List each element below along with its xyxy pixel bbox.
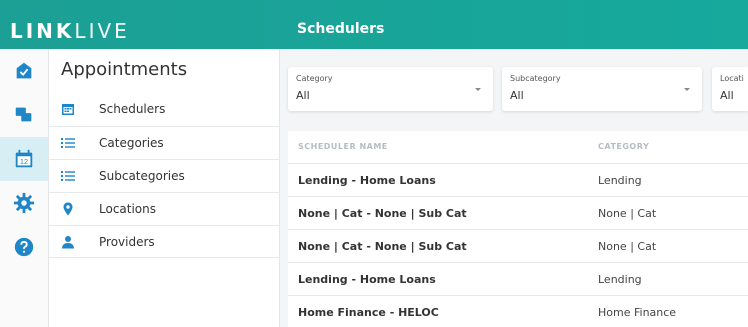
nav-title: Appointments (61, 59, 188, 80)
appointments-nav: Appointments Schedulers Categories Subca… (49, 49, 280, 327)
scheduler-name-cell: Home Finance - HELOC (298, 306, 439, 319)
location-filter[interactable]: Locati All (712, 67, 748, 111)
nav-item-label: Schedulers (99, 102, 166, 116)
scheduler-name-cell: None | Cat - None | Sub Cat (298, 207, 467, 220)
table-row[interactable]: None | Cat - None | Sub Cat None | Cat (288, 229, 748, 262)
scheduler-name-cell: Lending - Home Loans (298, 273, 436, 286)
calendar-icon (62, 104, 74, 115)
scheduler-name-cell: Lending - Home Loans (298, 174, 436, 187)
nav-item-label: Providers (99, 235, 155, 249)
nav-item-label: Categories (99, 136, 164, 150)
calendar-day-number: 12 (20, 157, 28, 166)
list-icon (61, 138, 75, 148)
table-row[interactable]: Home Finance - HELOC Home Finance (288, 295, 748, 327)
nav-item-subcategories[interactable]: Subcategories (49, 159, 280, 192)
page-title: Schedulers (297, 21, 385, 37)
table-row[interactable]: None | Cat - None | Sub Cat None | Cat (288, 196, 748, 229)
category-cell: None | Cat (598, 207, 657, 220)
category-filter[interactable]: Category All (288, 67, 493, 111)
chat-icon (15, 107, 32, 122)
help-icon (14, 237, 34, 257)
nav-item-schedulers[interactable]: Schedulers (49, 93, 280, 126)
calendar-icon: 12 (15, 149, 33, 168)
table-row[interactable]: Lending - Home Loans Lending (288, 262, 748, 295)
person-icon (62, 236, 74, 249)
app-window: LINKLIVE Schedulers 12 Appointments Sche… (0, 0, 748, 327)
check-badge-icon (16, 62, 32, 79)
category-cell: Lending (598, 273, 642, 286)
nav-item-providers[interactable]: Providers (49, 225, 280, 258)
category-cell: Home Finance (598, 306, 677, 319)
table-row[interactable]: Lending - Home Loans Lending (288, 163, 748, 196)
chevron-down-icon (684, 88, 690, 91)
top-bar: LINKLIVE Schedulers (0, 0, 748, 49)
chevron-down-icon (475, 88, 481, 91)
rail-item-tasks[interactable] (0, 49, 48, 93)
nav-item-categories[interactable]: Categories (49, 126, 280, 159)
rail-item-settings[interactable] (0, 181, 48, 225)
nav-item-label: Locations (99, 202, 157, 216)
rail-item-chat[interactable] (0, 93, 48, 137)
filter-value: All (510, 89, 524, 102)
category-cell: Lending (598, 174, 642, 187)
scheduler-name-cell: None | Cat - None | Sub Cat (298, 240, 467, 253)
category-cell: None | Cat (598, 240, 657, 253)
column-header-category[interactable]: CATEGORY (598, 131, 649, 163)
subcategory-filter[interactable]: Subcategory All (502, 67, 702, 111)
rail-item-appointments[interactable]: 12 (0, 137, 48, 181)
icon-rail: 12 (0, 49, 49, 327)
filter-label: Locati (720, 74, 744, 83)
filter-label: Category (296, 74, 333, 83)
list-icon (61, 171, 75, 181)
location-pin-icon (63, 202, 73, 216)
nav-item-locations[interactable]: Locations (49, 192, 280, 225)
filter-label: Subcategory (510, 74, 561, 83)
app-logo[interactable]: LINKLIVE (10, 21, 130, 41)
nav-item-label: Subcategories (99, 169, 185, 183)
main-content: Category All Subcategory All Locati All … (280, 49, 748, 327)
schedulers-table: SCHEDULER NAME CATEGORY Lending - Home L… (288, 131, 748, 327)
gear-icon (13, 192, 35, 214)
logo-light-text: LIVE (74, 19, 130, 43)
column-header-scheduler-name[interactable]: SCHEDULER NAME (298, 131, 388, 163)
filter-value: All (296, 89, 310, 102)
rail-item-help[interactable] (0, 225, 48, 269)
filter-value: All (720, 89, 734, 102)
logo-bold-text: LINK (10, 19, 75, 43)
